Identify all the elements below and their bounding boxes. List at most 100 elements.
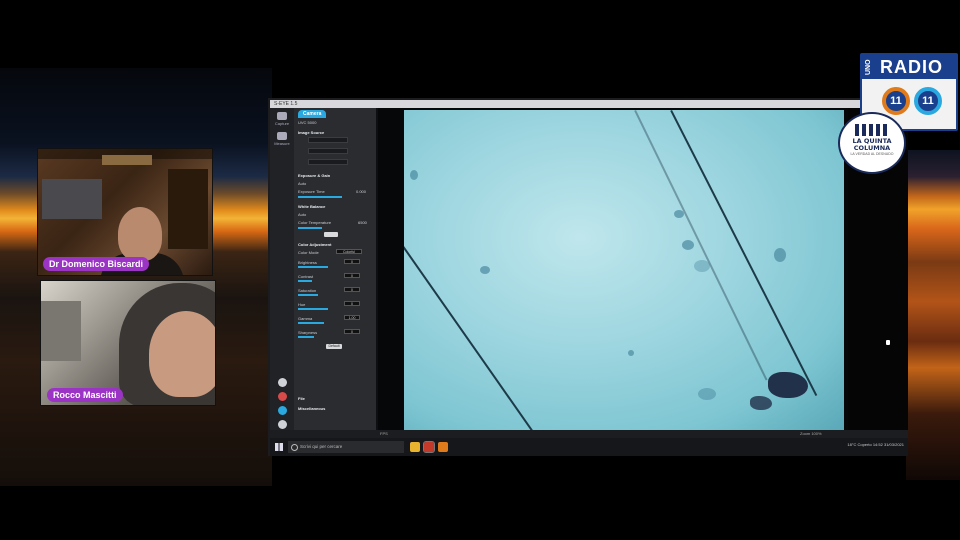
section-file[interactable]: File [298,396,305,401]
sign-board [102,155,152,165]
white-balance-button[interactable] [324,232,338,237]
app-status-bar: FPS Zoom 100% [270,430,908,438]
section-image-source[interactable]: Image Source [298,130,324,135]
color-temperature-label: Color Temperature [298,220,332,225]
microscope-image [404,110,844,430]
radio-disc-icon: 11 [914,87,942,115]
particle [480,266,490,274]
capture-tool-button[interactable]: Capture [274,112,290,128]
browser-icon[interactable] [438,442,448,452]
crystal-edge [670,110,818,397]
image-icon[interactable] [278,406,287,415]
section-color-adjustment[interactable]: Color Adjustment [298,242,331,247]
exposure-time-label: Exposure Time [298,189,325,194]
adjust-value[interactable]: 0 [344,301,360,306]
device-label: UVC 5000 [298,120,317,125]
cabinet [168,169,208,249]
auto-exposure-checkbox[interactable]: Auto [298,181,306,186]
tab-camera[interactable]: Camera [298,110,327,118]
default-button[interactable]: Default [326,344,342,349]
color-temperature-slider[interactable] [298,227,322,229]
particle [694,260,710,272]
columns-icon [855,124,889,136]
la-quinta-columna-logo: LA QUINTA COLUMNA LA VERDAD AL DESNUDO [838,112,906,174]
particle [628,350,634,356]
left-toolbar: Capture Measure [270,108,294,438]
tray-weather-text: Coperto [857,442,872,447]
wall-object [41,301,81,361]
app-title-bar: S-EYE 1.5 [270,100,908,108]
radio-logo-text: RADIO [862,55,956,79]
tray-time: 14:52 [872,442,883,447]
adjust-slider[interactable] [298,336,314,338]
exposure-slider[interactable] [298,196,342,198]
record-icon[interactable] [278,392,287,401]
particle [674,210,684,218]
camera-icon [277,112,287,120]
participant-name-tag: Rocco Mascitti [47,388,123,402]
color-mode-select[interactable]: Colorful [336,249,362,254]
format-select[interactable] [308,148,348,154]
adjust-label: Hue [298,302,306,307]
tray-weather: 18°C [847,442,857,447]
particle [774,248,786,262]
mouse-cursor-icon [886,340,890,345]
monitor-screen: S-EYE 1.5 Capture Measure Camera UVC 500… [268,98,908,456]
video-frame: Dr Domenico Biscardi Rocco Mascitti S-EY… [0,0,960,540]
logo-subtitle: LA VERDAD AL DESNUDO [850,152,894,156]
adjust-slider[interactable] [298,280,312,282]
logo-line-2: COLUMNA [853,144,891,152]
system-tray[interactable]: 18°C Coperto 14:52 31/03/2021 [847,442,904,447]
adjust-value[interactable]: 0 [344,287,360,292]
participant-name-tag: Dr Domenico Biscardi [43,257,150,271]
sunset-background-right [906,150,960,480]
person-head [118,207,162,261]
particle [682,240,694,250]
adjust-slider[interactable] [298,308,328,310]
particle [410,170,418,180]
radio-disc-icon: 11 [882,87,910,115]
frame-rate-select[interactable] [308,159,348,165]
adjust-slider[interactable] [298,266,328,268]
crystal-edge [404,246,588,430]
adjust-label: Sharpness [298,330,318,335]
camera-settings-panel: Camera UVC 5000 Image Source Exposure & … [294,108,376,430]
section-white-balance[interactable]: White Balance [298,204,325,209]
settings-icon[interactable] [278,378,287,387]
resolution-select[interactable] [308,137,348,143]
adjust-label: Contrast [298,274,314,279]
dark-structure [750,396,772,410]
dark-structure [768,372,808,398]
adjust-slider[interactable] [298,322,324,324]
sunset-background-left [0,68,272,486]
adjust-label: Gamma [298,316,313,321]
windows-start-icon[interactable] [275,443,283,451]
equipment [42,179,102,219]
adjust-label: Brightness [298,260,317,265]
adjust-value[interactable]: 0 [344,273,360,278]
particle [698,388,716,400]
adjust-value[interactable]: 0 [344,259,360,264]
section-miscellaneous[interactable]: Miscellaneous [298,406,325,411]
live-view-area[interactable] [378,108,848,430]
adjust-value[interactable]: 1.00 [344,315,360,320]
person-face [149,311,215,397]
measure-tool-button[interactable]: Measure [274,132,290,148]
adjust-value[interactable]: 0 [344,329,360,334]
section-exposure-gain[interactable]: Exposure & Gain [298,173,330,178]
ruler-icon [277,132,287,140]
help-icon[interactable] [278,420,287,429]
taskbar-search-input[interactable]: Scrivi qui per cercare [288,441,404,453]
fps-readout: FPS [380,431,388,436]
file-explorer-icon[interactable] [410,442,420,452]
radio-logo-prefix: UNO [865,59,872,75]
zoom-readout: Zoom 100% [800,431,822,436]
adjust-slider[interactable] [298,294,318,296]
color-mode-label: Color Mode [298,250,319,255]
app-icon[interactable] [423,441,435,453]
auto-white-balance-checkbox[interactable]: Auto [298,212,306,217]
windows-taskbar: Scrivi qui per cercare 18°C Coperto 14:5… [270,438,908,456]
crystal-edge [634,110,768,381]
tray-date: 31/03/2021 [883,442,904,447]
exposure-time-value: 0.000 [356,189,367,194]
